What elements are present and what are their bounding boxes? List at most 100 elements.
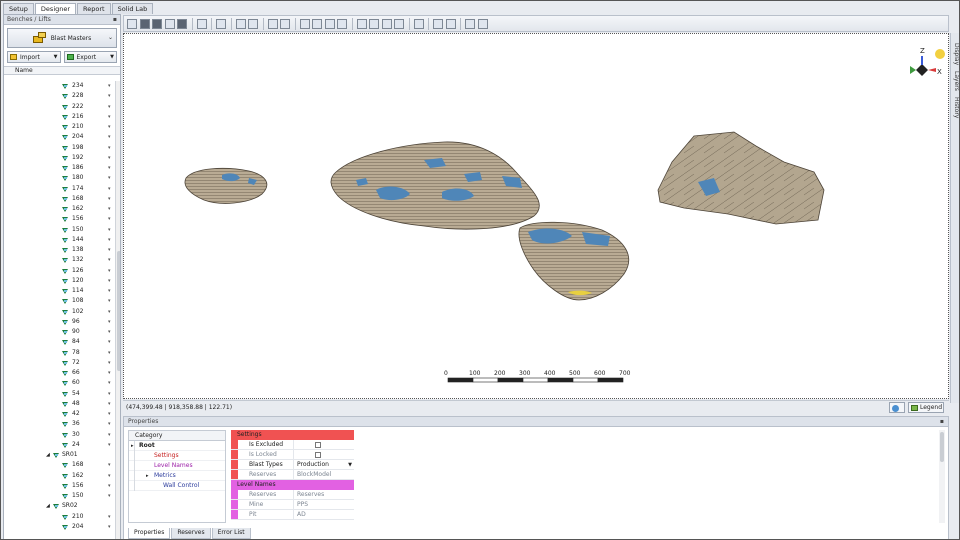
tree-bench-row[interactable]: 30 ▾ — [4, 430, 114, 440]
row-options-icon[interactable]: ▾ — [108, 132, 111, 142]
align-center-tool-icon[interactable] — [337, 18, 347, 29]
tree-bench-row[interactable]: 180 ▾ — [4, 173, 114, 183]
category-row[interactable]: Wall Control — [129, 481, 225, 491]
row-options-icon[interactable]: ▾ — [108, 163, 111, 173]
row-options-icon[interactable]: ▾ — [108, 204, 111, 214]
row-options-icon[interactable]: ▾ — [108, 91, 111, 101]
expand-icon[interactable]: ▸ — [131, 441, 134, 451]
tree-bench-row[interactable]: 192 ▾ — [4, 153, 114, 163]
property-value[interactable]: PPS — [294, 500, 354, 509]
tree-scrollbar[interactable] — [115, 81, 120, 539]
property-value-cell[interactable]: Production ▼ — [294, 460, 354, 469]
tree-bench-row[interactable]: 108 ▾ — [4, 296, 114, 306]
tree-bench-row[interactable]: 186 ▾ — [4, 163, 114, 173]
tab-reserves[interactable]: Reserves — [171, 528, 211, 539]
row-options-icon[interactable]: ▾ — [108, 368, 111, 378]
tree-bench-row[interactable]: 138 ▾ — [4, 245, 114, 255]
row-options-icon[interactable]: ▾ — [108, 225, 111, 235]
tree-bench-row[interactable]: 168 ▾ — [4, 460, 114, 470]
property-value[interactable]: Reserves — [294, 490, 354, 499]
clip-tool-icon[interactable] — [413, 18, 424, 29]
snap-a-tool-icon[interactable] — [267, 18, 278, 29]
dock-tab-display[interactable]: Display — [952, 43, 959, 65]
zoom-extents-tool-icon[interactable] — [177, 18, 187, 29]
tree-bench-row[interactable]: 222 ▾ — [4, 102, 114, 112]
tree-bench-row[interactable]: 126 ▾ — [4, 266, 114, 276]
dock-tab-history[interactable]: History — [952, 97, 959, 118]
row-options-icon[interactable]: ▾ — [108, 348, 111, 358]
category-row[interactable]: ▸ Root — [129, 441, 225, 451]
tree-bench-row[interactable]: 78 ▾ — [4, 348, 114, 358]
zoom-tool-icon[interactable] — [164, 18, 175, 29]
row-options-icon[interactable]: ▾ — [108, 153, 111, 163]
row-options-icon[interactable]: ▾ — [108, 81, 111, 91]
tree-bench-row[interactable]: 60 ▾ — [4, 378, 114, 388]
tree-bench-row[interactable]: 216 ▾ — [4, 112, 114, 122]
tree-bench-row[interactable]: 72 ▾ — [4, 358, 114, 368]
row-options-icon[interactable]: ▾ — [108, 337, 111, 347]
row-options-icon[interactable]: ▾ — [108, 102, 111, 112]
tree-bench-row[interactable]: 228 ▾ — [4, 91, 114, 101]
tree-bench-row[interactable]: 144 ▾ — [4, 235, 114, 245]
row-options-icon[interactable]: ▾ — [108, 317, 111, 327]
blast-masters-button[interactable]: Blast Masters ⌄ — [7, 28, 117, 48]
tree-bench-row[interactable]: 150 ▾ — [4, 225, 114, 235]
tree-bench-row[interactable]: 168 ▾ — [4, 194, 114, 204]
align-top-tool-icon[interactable] — [299, 18, 310, 29]
row-options-icon[interactable]: ▾ — [108, 173, 111, 183]
row-options-icon[interactable]: ▾ — [108, 512, 111, 522]
tree-bench-row[interactable]: 162 ▾ — [4, 204, 114, 214]
align-middle-tool-icon[interactable] — [312, 18, 322, 29]
distribute-h-tool-icon[interactable] — [381, 18, 392, 29]
row-options-icon[interactable]: ▾ — [108, 481, 111, 491]
layout-tool-icon[interactable] — [127, 18, 137, 29]
row-options-icon[interactable]: ▾ — [108, 419, 111, 429]
tree-bench-row[interactable]: 96 ▾ — [4, 317, 114, 327]
row-options-icon[interactable]: ▾ — [108, 358, 111, 368]
snap-b-tool-icon[interactable] — [280, 18, 290, 29]
row-options-icon[interactable]: ▾ — [108, 430, 111, 440]
name-column-header[interactable]: Name — [4, 66, 120, 75]
tab-designer[interactable]: Designer — [34, 3, 77, 14]
row-options-icon[interactable]: ▾ — [108, 491, 111, 501]
edit-tool-icon[interactable] — [248, 18, 258, 29]
tree-bench-row[interactable]: 210 ▾ — [4, 122, 114, 132]
row-options-icon[interactable]: ▾ — [108, 214, 111, 224]
row-options-icon[interactable]: ▾ — [108, 460, 111, 470]
row-options-icon[interactable]: ▾ — [108, 112, 111, 122]
distribute-v-tool-icon[interactable] — [394, 18, 404, 29]
tree-bench-row[interactable]: 66 ▾ — [4, 368, 114, 378]
rotate-tool-icon[interactable] — [152, 18, 162, 29]
tree-bench-row[interactable]: 132 ▾ — [4, 255, 114, 265]
row-options-icon[interactable]: ▾ — [108, 389, 111, 399]
row-options-icon[interactable]: ▾ — [108, 255, 111, 265]
checkbox[interactable] — [315, 452, 321, 458]
tree-bench-row[interactable]: 48 ▾ — [4, 399, 114, 409]
collapse-icon[interactable]: ◢ — [46, 501, 50, 511]
row-options-icon[interactable]: ▾ — [108, 296, 111, 306]
color-b-tool-icon[interactable] — [445, 18, 456, 29]
row-options-icon[interactable]: ▾ — [108, 440, 111, 450]
tree-bench-row[interactable]: 162 ▾ — [4, 471, 114, 481]
dock-tab-layers[interactable]: Layers — [952, 71, 959, 91]
tab-setup[interactable]: Setup — [3, 3, 34, 14]
axis-gizmo[interactable]: Z X — [910, 47, 945, 76]
tree-bench-row[interactable]: 204 ▾ — [4, 132, 114, 142]
tree-bench-row[interactable]: 102 ▾ — [4, 307, 114, 317]
tree-bench-row[interactable]: 54 ▾ — [4, 389, 114, 399]
properties-scrollbar[interactable] — [939, 430, 945, 523]
grid-tool-icon[interactable] — [196, 18, 207, 29]
row-options-icon[interactable]: ▾ — [108, 194, 111, 204]
align-left-tool-icon[interactable] — [356, 18, 367, 29]
property-value-cell[interactable] — [294, 450, 354, 459]
tree-bench-row[interactable]: 156 ▾ — [4, 214, 114, 224]
import-button[interactable]: Import ▼ — [7, 51, 61, 63]
pin-icon[interactable]: ▪ — [940, 417, 944, 426]
tree-group-row[interactable]: ◢ SR02 — [4, 501, 114, 511]
row-options-icon[interactable]: ▾ — [108, 307, 111, 317]
row-options-icon[interactable]: ▾ — [108, 378, 111, 388]
align-bottom-tool-icon[interactable] — [324, 18, 335, 29]
row-options-icon[interactable]: ▾ — [108, 522, 111, 532]
row-options-icon[interactable]: ▾ — [108, 245, 111, 255]
property-value-cell[interactable]: BlockModel — [294, 470, 354, 479]
